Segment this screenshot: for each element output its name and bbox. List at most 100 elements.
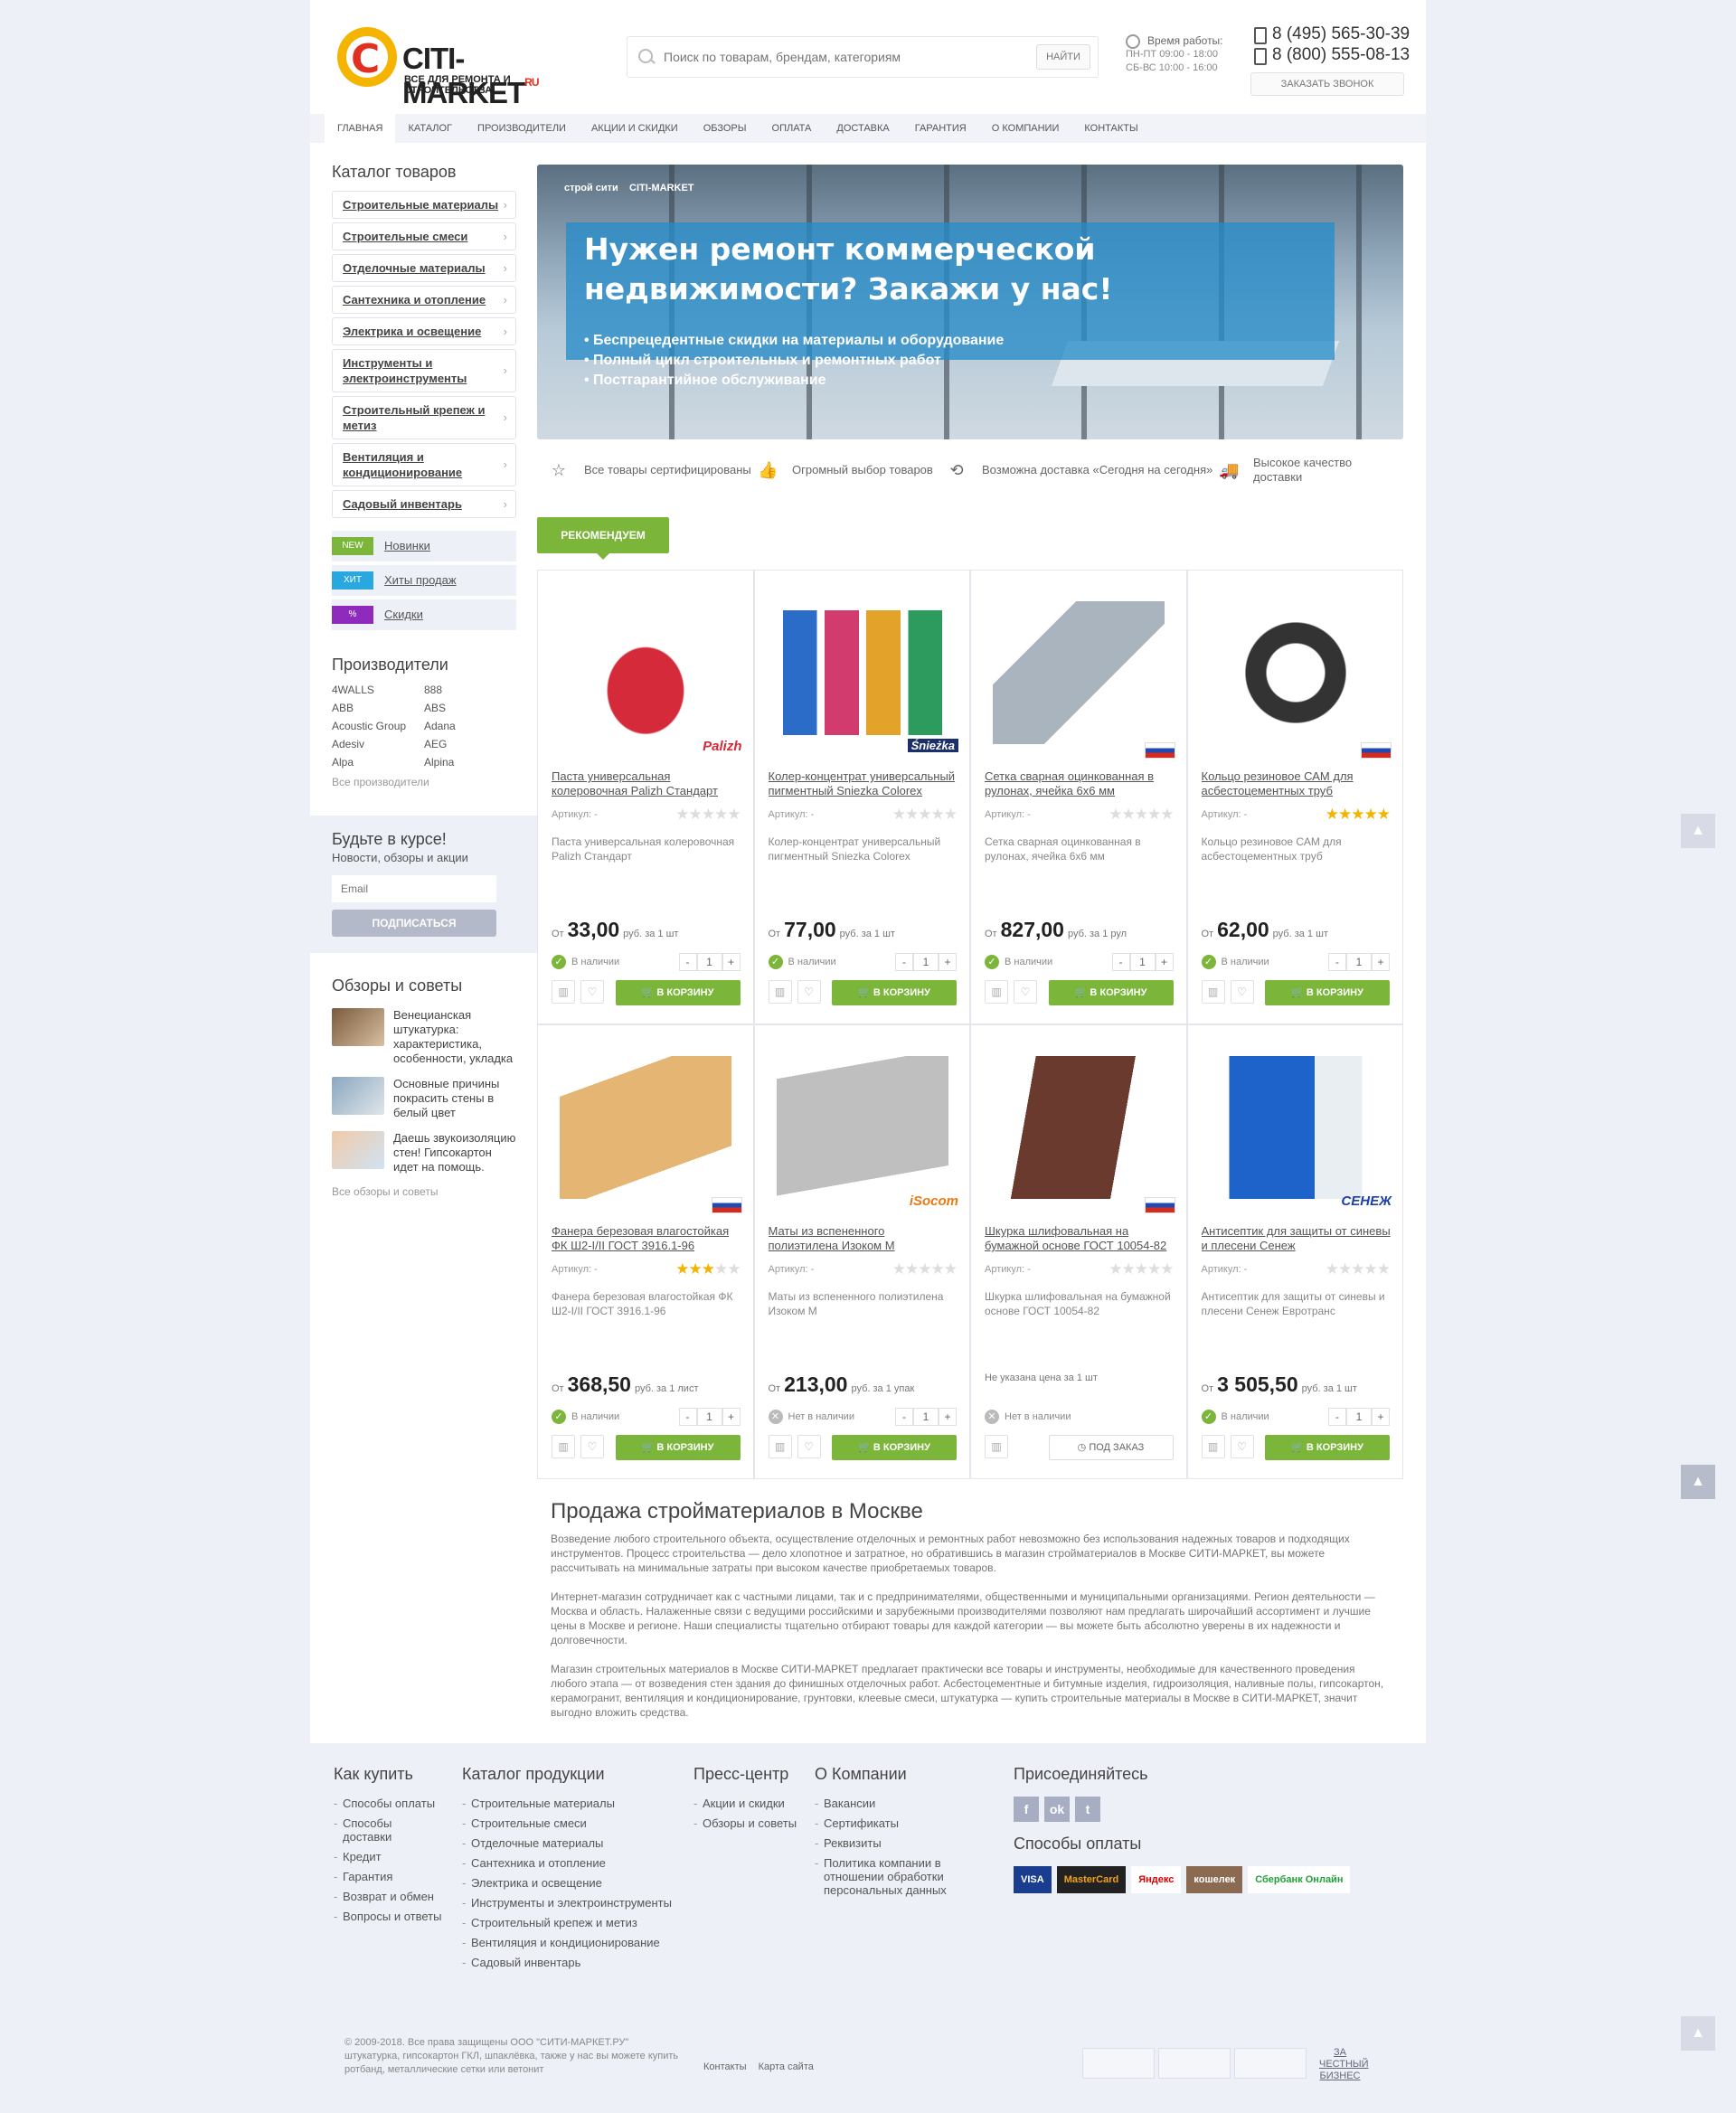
product-image[interactable] bbox=[551, 1038, 741, 1217]
review-thumb[interactable] bbox=[332, 1077, 384, 1115]
callback-button[interactable]: ЗАКАЗАТЬ ЗВОНОК bbox=[1250, 72, 1404, 96]
phone-1[interactable]: 8 (495) 565-30-39 bbox=[1250, 24, 1410, 44]
brand-link[interactable]: Alpa bbox=[332, 756, 424, 769]
nav-item[interactable]: ГЛАВНАЯ bbox=[325, 114, 396, 143]
brand-link[interactable]: Adana bbox=[424, 720, 514, 732]
sidebar-tag-row[interactable]: % Скидки bbox=[332, 599, 516, 630]
qty-minus-button[interactable]: - bbox=[1111, 953, 1130, 971]
footer-link[interactable]: Электрика и освещение bbox=[462, 1876, 679, 1890]
footer-link[interactable]: Сертификаты bbox=[815, 1816, 977, 1830]
footer-link[interactable]: Садовый инвентарь bbox=[462, 1956, 679, 1969]
odnoklassniki-icon[interactable]: ok bbox=[1044, 1797, 1070, 1822]
favorite-icon[interactable]: ♡ bbox=[797, 1435, 821, 1458]
promo-banner[interactable]: строй сити CITI-MARKET Нужен ремонт комм… bbox=[537, 165, 1403, 439]
qty-plus-button[interactable]: + bbox=[1155, 953, 1174, 971]
scroll-up-button[interactable]: ▲ bbox=[1681, 2016, 1715, 2051]
nav-item[interactable]: ПРОИЗВОДИТЕЛИ bbox=[465, 114, 579, 143]
tag-link[interactable]: Скидки bbox=[384, 608, 423, 621]
brand-link[interactable]: 888 bbox=[424, 684, 514, 696]
add-to-cart-button[interactable]: 🛒 В КОРЗИНУ bbox=[832, 1435, 957, 1460]
product-image[interactable] bbox=[984, 1038, 1174, 1217]
search-button[interactable]: НАЙТИ bbox=[1036, 44, 1090, 70]
quantity-stepper[interactable]: -1 + bbox=[1328, 1408, 1390, 1426]
qty-minus-button[interactable]: - bbox=[895, 1408, 913, 1426]
quantity-stepper[interactable]: -1 + bbox=[1328, 953, 1390, 971]
product-name[interactable]: Кольцо резиновое САМ для асбестоцементны… bbox=[1202, 769, 1392, 798]
favorite-icon[interactable]: ♡ bbox=[580, 1435, 604, 1458]
sidebar-category[interactable]: Строительные материалы bbox=[332, 191, 516, 219]
nav-item[interactable]: ОБЗОРЫ bbox=[691, 114, 760, 143]
favorite-icon[interactable]: ♡ bbox=[1230, 1435, 1254, 1458]
facebook-icon[interactable]: f bbox=[1014, 1797, 1039, 1822]
qty-value[interactable]: 1 bbox=[913, 1408, 939, 1426]
compare-icon[interactable]: ▥ bbox=[552, 980, 575, 1004]
nav-item[interactable]: ОПЛАТА bbox=[760, 114, 825, 143]
review-item[interactable]: Даешь звукоизоляцию стен! Гипсокартон ид… bbox=[332, 1131, 516, 1174]
footer-link[interactable]: Способы доставки bbox=[334, 1816, 442, 1844]
favorite-icon[interactable]: ♡ bbox=[580, 980, 604, 1004]
compare-icon[interactable]: ▥ bbox=[985, 980, 1008, 1004]
add-to-cart-button[interactable]: 🛒 В КОРЗИНУ bbox=[1048, 980, 1174, 1005]
product-image[interactable] bbox=[984, 583, 1174, 762]
logo[interactable]: C CITI-MARKETRU ВСЕ ДЛЯ РЕМОНТА И СТРОИТ… bbox=[337, 27, 599, 109]
footer-link[interactable]: Отделочные материалы bbox=[462, 1836, 679, 1850]
quantity-stepper[interactable]: -1 + bbox=[1111, 953, 1174, 971]
product-name[interactable]: Маты из вспененного полиэтилена Изоком М bbox=[769, 1224, 958, 1253]
product-name[interactable]: Антисептик для защиты от синевы и плесен… bbox=[1202, 1224, 1392, 1253]
compare-icon[interactable]: ▥ bbox=[985, 1435, 1008, 1458]
nav-item[interactable]: КАТАЛОГ bbox=[395, 114, 465, 143]
sitemap-link[interactable]: Карта сайта bbox=[759, 2061, 814, 2072]
compare-icon[interactable]: ▥ bbox=[1201, 1435, 1225, 1458]
footer-link[interactable]: Инструменты и электроинструменты bbox=[462, 1896, 679, 1910]
brand-link[interactable]: ABS bbox=[424, 702, 514, 714]
product-name[interactable]: Фанера березовая влагостойкая ФК Ш2-I/II… bbox=[552, 1224, 741, 1253]
product-image[interactable] bbox=[1201, 583, 1391, 762]
compare-icon[interactable]: ▥ bbox=[552, 1435, 575, 1458]
favorite-icon[interactable]: ♡ bbox=[1230, 980, 1254, 1004]
add-to-cart-button[interactable]: 🛒 В КОРЗИНУ bbox=[1265, 1435, 1390, 1460]
qty-value[interactable]: 1 bbox=[696, 1408, 722, 1426]
qty-value[interactable]: 1 bbox=[696, 953, 722, 971]
sidebar-category[interactable]: Садовый инвентарь bbox=[332, 490, 516, 518]
qty-value[interactable]: 1 bbox=[1129, 953, 1156, 971]
nav-item[interactable]: КОНТАКТЫ bbox=[1071, 114, 1150, 143]
footer-link[interactable]: Возврат и обмен bbox=[334, 1890, 442, 1903]
footer-link[interactable]: Строительные материалы bbox=[462, 1797, 679, 1810]
favorite-icon[interactable]: ♡ bbox=[1014, 980, 1037, 1004]
sidebar-category[interactable]: Строительный крепеж и метиз bbox=[332, 396, 516, 439]
add-to-cart-button[interactable]: 🛒 В КОРЗИНУ bbox=[615, 1435, 741, 1460]
scroll-up-button[interactable]: ▲ bbox=[1681, 1465, 1715, 1499]
honest-business-badge[interactable]: ЗА ЧЕСТНЫЙ БИЗНЕС bbox=[1319, 2047, 1369, 2082]
footer-link[interactable]: Акции и скидки bbox=[693, 1797, 802, 1810]
product-image[interactable] bbox=[1201, 1038, 1391, 1217]
qty-plus-button[interactable]: + bbox=[1372, 1408, 1390, 1426]
twitter-icon[interactable]: t bbox=[1075, 1797, 1100, 1822]
quantity-stepper[interactable]: -1 + bbox=[895, 1408, 957, 1426]
nav-item[interactable]: ДОСТАВКА bbox=[824, 114, 901, 143]
qty-minus-button[interactable]: - bbox=[895, 953, 913, 971]
qty-plus-button[interactable]: + bbox=[722, 1408, 741, 1426]
sidebar-category[interactable]: Вентиляция и кондиционирование bbox=[332, 443, 516, 486]
tag-link[interactable]: Новинки bbox=[384, 539, 430, 552]
qty-value[interactable]: 1 bbox=[1346, 953, 1372, 971]
review-link[interactable]: Венецианская штукатурка: характеристика,… bbox=[393, 1008, 516, 1066]
footer-link[interactable]: Строительный крепеж и метиз bbox=[462, 1916, 679, 1929]
product-name[interactable]: Шкурка шлифовальная на бумажной основе Г… bbox=[985, 1224, 1175, 1253]
footer-link[interactable]: Вентиляция и кондиционирование bbox=[462, 1936, 679, 1949]
sidebar-category[interactable]: Электрика и освещение bbox=[332, 317, 516, 345]
footer-link[interactable]: Вакансии bbox=[815, 1797, 977, 1810]
product-image[interactable] bbox=[768, 1038, 958, 1217]
tag-link[interactable]: Хиты продаж bbox=[384, 573, 457, 587]
compare-icon[interactable]: ▥ bbox=[768, 980, 792, 1004]
footer-link[interactable]: Вопросы и ответы bbox=[334, 1910, 442, 1923]
brand-link[interactable]: AEG bbox=[424, 738, 514, 750]
qty-plus-button[interactable]: + bbox=[1372, 953, 1390, 971]
footer-link[interactable]: Сантехника и отопление bbox=[462, 1856, 679, 1870]
brand-link[interactable]: 4WALLS bbox=[332, 684, 424, 696]
order-button[interactable]: ◷ ПОД ЗАКАЗ bbox=[1048, 1435, 1174, 1460]
footer-link[interactable]: Способы оплаты bbox=[334, 1797, 442, 1810]
review-thumb[interactable] bbox=[332, 1131, 384, 1169]
footer-link[interactable]: Реквизиты bbox=[815, 1836, 977, 1850]
review-link[interactable]: Даешь звукоизоляцию стен! Гипсокартон ид… bbox=[393, 1131, 516, 1174]
brand-link[interactable]: Alpina bbox=[424, 756, 514, 769]
